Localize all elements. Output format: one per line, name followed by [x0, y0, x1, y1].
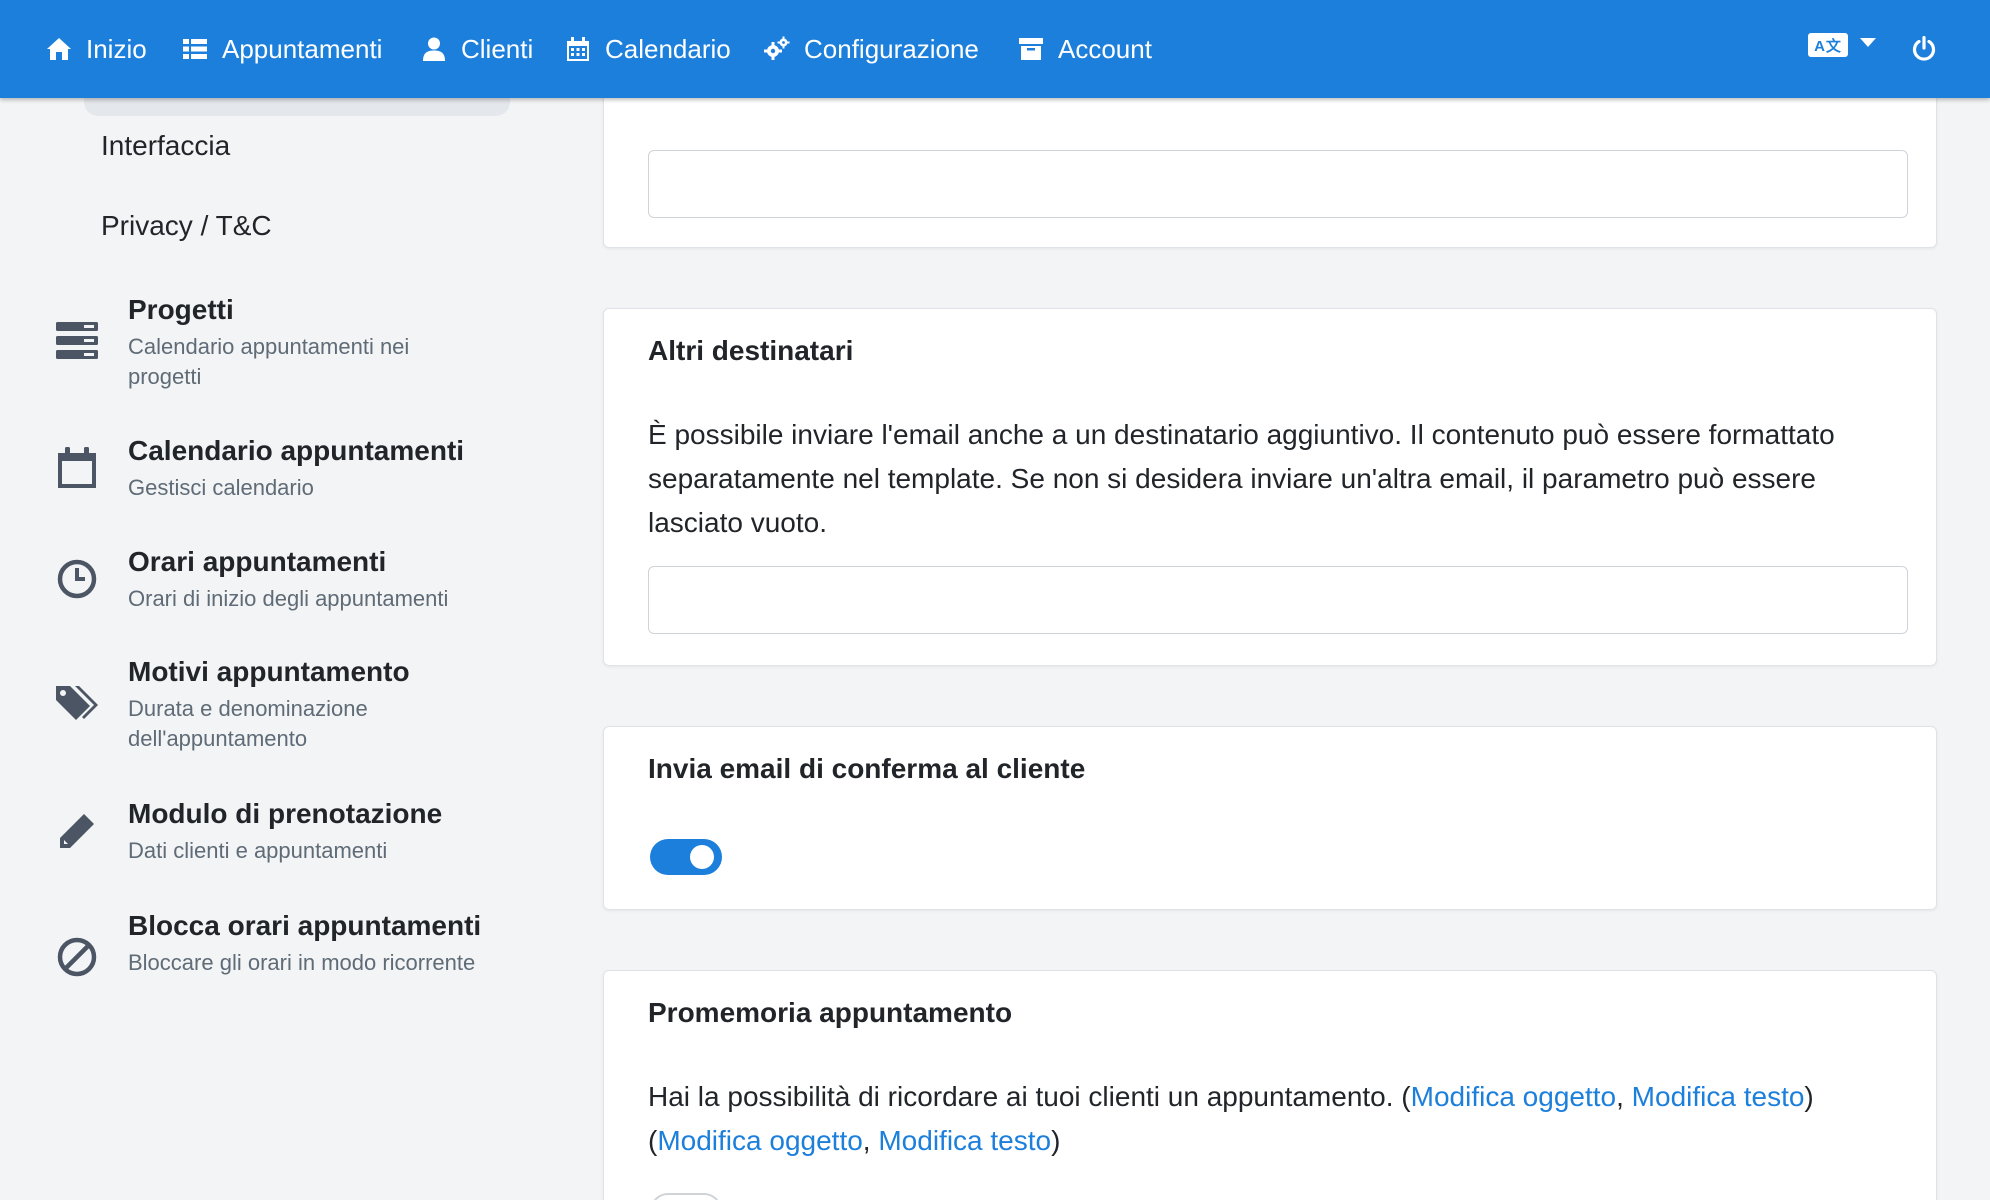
ban-icon	[56, 936, 98, 978]
nav-label: Calendario	[605, 33, 731, 64]
sidebar-item-subtitle: Orari di inizio degli appuntamenti	[128, 586, 449, 611]
tags-icon	[56, 682, 98, 724]
sidebar-item-progetti[interactable]: Progetti Calendario appuntamenti nei pro…	[56, 294, 496, 394]
top-navbar: Inizio Appuntamenti Clienti Calendario C…	[0, 0, 1990, 98]
card-description: Hai la possibilità di ricordare ai tuoi …	[648, 1081, 1814, 1156]
sidebar-item-title: Modulo di prenotazione	[128, 798, 443, 829]
archive-icon	[1019, 38, 1043, 60]
sidebar-item-blocca-orari[interactable]: Blocca orari appuntamenti Bloccare gli o…	[56, 910, 496, 1010]
sidebar-item-subtitle: Durata e denominazione dell'appuntamento	[128, 696, 368, 751]
sidebar-item-title: Progetti	[128, 294, 234, 325]
sidebar-item-motivi-appuntamento[interactable]: Motivi appuntamento Durata e denominazio…	[56, 656, 496, 756]
card-title: Promemoria appuntamento	[648, 997, 1013, 1028]
edit-text-link[interactable]: Modifica testo	[1632, 1081, 1805, 1112]
chevron-down-icon	[1860, 37, 1876, 47]
card-altri-destinatari: Altri destinatari È possibile inviare l'…	[603, 308, 1937, 666]
sidebar-item-subtitle: Gestisci calendario	[128, 475, 314, 500]
toggle-knob	[690, 845, 714, 869]
nav-item-account[interactable]: Account	[1018, 0, 1152, 98]
language-dropdown[interactable]: A文	[1808, 33, 1876, 57]
nav-item-appuntamenti[interactable]: Appuntamenti	[182, 0, 382, 98]
list-icon	[183, 39, 207, 59]
calendar-icon	[567, 37, 589, 61]
sidebar-item-title: Orari appuntamenti	[128, 546, 387, 577]
translate-icon: A文	[1808, 33, 1848, 57]
email-field-top[interactable]	[648, 150, 1908, 218]
sidebar-item-title: Motivi appuntamento	[128, 656, 410, 687]
sidebar-item-subtitle: Dati clienti e appuntamenti	[128, 838, 388, 863]
sidebar-sublink-interfaccia[interactable]: Interfaccia	[101, 130, 230, 162]
nav-label: Configurazione	[804, 33, 979, 64]
card-title: Invia email di conferma al cliente	[648, 753, 1086, 784]
card-promemoria: Promemoria appuntamento Hai la possibili…	[603, 970, 1937, 1200]
nav-item-configurazione[interactable]: Configurazione	[764, 0, 979, 98]
sidebar-item-subtitle: Bloccare gli orari in modo ricorrente	[128, 950, 476, 975]
settings-sidebar: Interfaccia Privacy / T&C Progetti Calen…	[0, 94, 560, 1200]
sidebar-item-calendario-appuntamenti[interactable]: Calendario appuntamenti Gestisci calenda…	[56, 435, 496, 507]
card-title: Altri destinatari	[648, 335, 854, 366]
home-icon	[47, 38, 71, 60]
calendar-outline-icon	[56, 447, 98, 489]
sidebar-sublink-privacy[interactable]: Privacy / T&C	[101, 210, 272, 242]
edit-text-link[interactable]: Modifica testo	[878, 1125, 1051, 1156]
nav-label: Clienti	[461, 33, 534, 64]
nav-label: Appuntamenti	[222, 33, 383, 64]
gears-icon	[764, 36, 790, 60]
other-recipient-email-field[interactable]	[648, 566, 1908, 634]
pencil-icon	[56, 810, 98, 852]
sidebar-item-title: Blocca orari appuntamenti	[128, 910, 482, 941]
user-icon	[423, 37, 445, 61]
nav-item-calendario[interactable]: Calendario	[565, 0, 731, 98]
power-icon[interactable]	[1911, 36, 1937, 62]
nav-item-clienti[interactable]: Clienti	[421, 0, 533, 98]
card-description: È possibile inviare l'email anche a un d…	[648, 419, 1835, 538]
card-email-conferma: Invia email di conferma al cliente	[603, 726, 1937, 910]
edit-subject-link[interactable]: Modifica oggetto	[657, 1125, 862, 1156]
reminder-toggle[interactable]	[650, 1193, 722, 1200]
sidebar-item-title: Calendario appuntamenti	[128, 435, 465, 466]
nav-label: Inizio	[86, 33, 147, 64]
sidebar-item-modulo-prenotazione[interactable]: Modulo di prenotazione Dati clienti e ap…	[56, 798, 496, 870]
sidebar-item-subtitle: Calendario appuntamenti nei progetti	[128, 334, 410, 389]
clock-icon	[56, 558, 98, 600]
nav-item-inizio[interactable]: Inizio	[46, 0, 147, 98]
nav-label: Account	[1058, 33, 1152, 64]
sidebar-item-orari-appuntamenti[interactable]: Orari appuntamenti Orari di inizio degli…	[56, 546, 496, 618]
edit-subject-link[interactable]: Modifica oggetto	[1411, 1081, 1616, 1112]
server-icon	[56, 320, 98, 362]
confirmation-email-toggle[interactable]	[650, 839, 722, 875]
reminder-text: Hai la possibilità di ricordare ai tuoi …	[648, 1081, 1394, 1112]
